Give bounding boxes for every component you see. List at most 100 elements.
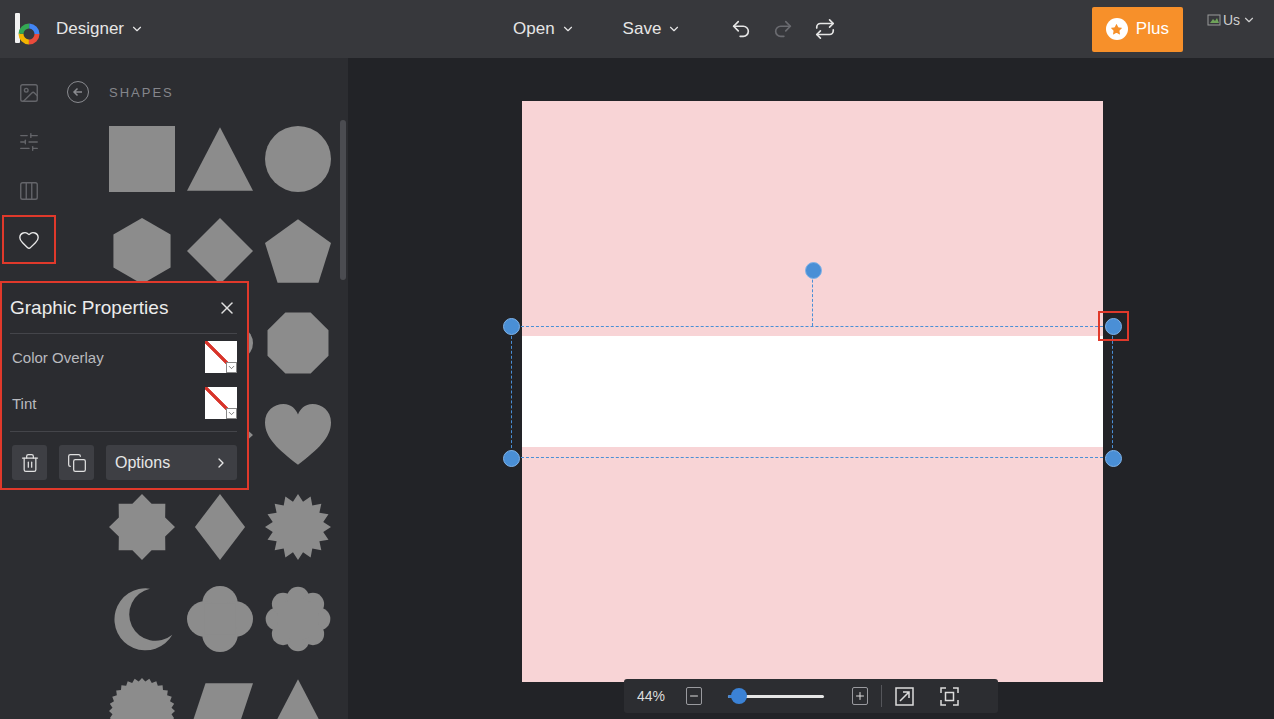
color-swatch[interactable] bbox=[205, 387, 237, 419]
fit-screen-icon bbox=[940, 687, 959, 706]
plus-button[interactable]: Plus bbox=[1092, 7, 1183, 52]
shape-item[interactable] bbox=[265, 402, 331, 468]
property-label: Color Overlay bbox=[12, 349, 104, 366]
top-bar: Designer Open Save Plus Us bbox=[0, 0, 1274, 58]
graphic-properties-popup: Graphic Properties Color Overlay Tint Optio… bbox=[0, 281, 249, 490]
property-label: Tint bbox=[12, 395, 36, 412]
minus-icon bbox=[688, 690, 700, 702]
swatch-caret bbox=[226, 408, 237, 419]
shape-item[interactable] bbox=[187, 218, 253, 284]
star-shape-icon bbox=[109, 494, 175, 560]
parallelogram-shape-icon bbox=[187, 678, 253, 719]
left-group: Designer bbox=[0, 13, 513, 45]
pentagon-shape-icon bbox=[265, 218, 331, 284]
rotate-handle[interactable] bbox=[805, 262, 822, 279]
zoom-divider bbox=[881, 685, 882, 707]
shape-item[interactable] bbox=[187, 678, 253, 719]
repeat-icon bbox=[814, 18, 836, 40]
square-shape-icon bbox=[109, 126, 175, 192]
rail-item[interactable] bbox=[2, 68, 56, 117]
shape-item[interactable] bbox=[265, 678, 331, 719]
center-group: Open Save bbox=[513, 17, 837, 41]
copy-icon bbox=[67, 453, 87, 473]
property-row: Tint bbox=[10, 380, 237, 426]
chevron-right-icon bbox=[213, 455, 229, 471]
arrow-left-icon bbox=[72, 86, 84, 98]
property-row: Color Overlay bbox=[10, 334, 237, 380]
popup-header: Graphic Properties bbox=[10, 283, 237, 334]
broken-image-icon bbox=[1207, 13, 1221, 27]
triangle-shape-icon bbox=[265, 678, 331, 719]
designer-menu[interactable]: Designer bbox=[56, 19, 144, 39]
chevron-down-icon bbox=[1242, 13, 1256, 27]
zoom-out-button[interactable] bbox=[686, 687, 702, 705]
swatch-caret bbox=[226, 362, 237, 373]
handle-highlight bbox=[1098, 311, 1129, 341]
chevron-down-icon bbox=[227, 363, 236, 372]
trash-icon bbox=[20, 453, 40, 473]
zoom-slider[interactable] bbox=[728, 695, 824, 698]
seal-shape-icon bbox=[109, 678, 175, 719]
rail-item[interactable] bbox=[2, 117, 56, 166]
panel-header: SHAPES bbox=[57, 80, 348, 104]
shape-item[interactable] bbox=[187, 586, 253, 652]
selection-box bbox=[511, 326, 1113, 458]
resize-handle[interactable] bbox=[1105, 450, 1122, 467]
options-button[interactable]: Options bbox=[106, 445, 237, 480]
zoom-bar: 44% bbox=[624, 679, 998, 713]
close-icon bbox=[217, 298, 237, 318]
resize-handle[interactable] bbox=[503, 450, 520, 467]
shape-item[interactable] bbox=[265, 310, 331, 376]
rectangle-shape[interactable] bbox=[522, 336, 1103, 447]
panel-title: SHAPES bbox=[109, 85, 174, 100]
shape-item[interactable] bbox=[109, 586, 175, 652]
shape-item[interactable] bbox=[109, 678, 175, 719]
resize-handle[interactable] bbox=[503, 318, 520, 335]
delete-button[interactable] bbox=[12, 445, 47, 480]
circle-shape-icon bbox=[265, 126, 331, 192]
chevron-down-icon bbox=[130, 22, 144, 36]
undo-button[interactable] bbox=[729, 17, 753, 41]
rail-item[interactable] bbox=[2, 215, 56, 264]
plus-icon bbox=[854, 690, 866, 702]
color-swatch[interactable] bbox=[205, 341, 237, 373]
shape-item[interactable] bbox=[187, 126, 253, 192]
shape-item[interactable] bbox=[109, 218, 175, 284]
redo-icon bbox=[772, 18, 794, 40]
canvas: 44% bbox=[348, 58, 1274, 719]
duplicate-button[interactable] bbox=[59, 445, 94, 480]
slider-thumb[interactable] bbox=[731, 688, 747, 704]
shape-item[interactable] bbox=[109, 494, 175, 560]
zoom-reading: 44% bbox=[637, 688, 686, 704]
menu-button[interactable]: Save bbox=[623, 19, 682, 39]
star-icon bbox=[1110, 23, 1123, 36]
diamond-shape-icon bbox=[187, 218, 253, 284]
shape-item[interactable] bbox=[187, 494, 253, 560]
menu-button[interactable]: Open bbox=[513, 19, 575, 39]
close-button[interactable] bbox=[217, 298, 237, 318]
fit-button[interactable] bbox=[940, 686, 959, 706]
shape-item[interactable] bbox=[265, 218, 331, 284]
resize-handle[interactable] bbox=[1105, 318, 1122, 335]
zoom-in-button[interactable] bbox=[852, 687, 868, 705]
popup-title: Graphic Properties bbox=[10, 297, 168, 319]
rhombus-shape-icon bbox=[187, 494, 253, 560]
actual-size-button[interactable] bbox=[895, 686, 914, 706]
user-menu[interactable]: Us bbox=[1207, 12, 1256, 28]
sliders-icon bbox=[18, 131, 40, 153]
back-button[interactable] bbox=[67, 81, 89, 103]
scrollbar-thumb[interactable] bbox=[340, 120, 346, 280]
repeat-button[interactable] bbox=[813, 17, 837, 41]
heart-shape-icon bbox=[265, 402, 331, 468]
logo-icon[interactable] bbox=[14, 13, 42, 45]
undo-icon bbox=[730, 18, 752, 40]
photo-artboard bbox=[522, 101, 1103, 682]
shape-item[interactable] bbox=[109, 126, 175, 192]
shape-item[interactable] bbox=[265, 586, 331, 652]
workspace: SHAPES 44% Graphic Properties Color Overlay… bbox=[0, 58, 1274, 719]
shape-item[interactable] bbox=[265, 494, 331, 560]
shape-item[interactable] bbox=[265, 126, 331, 192]
app: Designer Open Save Plus Us SHAPES 44% Graphic P… bbox=[0, 0, 1274, 719]
chevron-down-icon bbox=[561, 22, 575, 36]
rail-item[interactable] bbox=[2, 166, 56, 215]
